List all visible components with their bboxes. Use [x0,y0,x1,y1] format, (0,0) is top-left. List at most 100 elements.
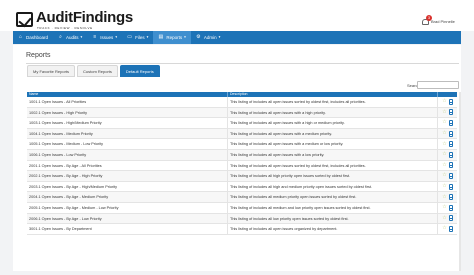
row-actions: ☆ [437,202,457,213]
table-row[interactable]: 2005.1 Open Issues - By Age - Medium - L… [27,202,457,214]
document-icon[interactable] [448,204,453,211]
report-description: This listing of includes all open issues… [227,160,437,171]
document-icon[interactable] [448,172,453,179]
report-name[interactable]: 1005.1 Open Issues - Medium - Low Priori… [27,139,227,149]
table-row[interactable]: 1005.1 Open Issues - Medium - Low Priori… [27,139,457,150]
nav-files[interactable]: ▭ Files ▾ [122,31,153,44]
row-actions: ☆ [437,97,457,107]
star-icon[interactable]: ☆ [442,152,446,157]
report-name[interactable]: 2002.1 Open Issues - By Age - High Prior… [27,171,227,181]
nav-label: Files [135,35,145,40]
report-name[interactable]: 2005.1 Open Issues - By Age - Medium - L… [27,203,227,213]
nav-audits[interactable]: ⌕ Audits ▾ [53,31,87,44]
report-name[interactable]: 1006.1 Open Issues - Low Priority [27,150,227,160]
list-icon: ≡ [93,34,97,40]
report-description: This listing of includes all open issues… [227,118,437,128]
brand-logo[interactable]: AuditFindings [36,10,133,25]
star-icon[interactable]: ☆ [442,184,446,189]
report-name[interactable]: 2003.1 Open Issues - By Age - High/Mediu… [27,182,227,192]
star-icon[interactable]: ☆ [442,194,446,200]
document-icon[interactable] [448,141,453,148]
report-name[interactable]: 1004.1 Open Issues - Medium Priority [27,129,227,139]
reports-panel: Reports My Favorite Reports Custom Repor… [13,45,461,271]
document-icon[interactable] [448,183,453,190]
document-icon[interactable] [448,162,453,169]
app-page: AuditFindings TRACK · REVIEW · RESOLVE 3… [0,0,474,275]
top-header: AuditFindings TRACK · REVIEW · RESOLVE 3… [0,0,474,31]
row-actions: ☆ [437,128,457,139]
document-icon[interactable] [448,130,453,137]
nav-label: Issues [100,35,114,40]
nav-issues[interactable]: ≡ Issues ▾ [87,31,122,44]
star-icon[interactable]: ☆ [442,99,446,104]
row-actions: ☆ [437,107,457,118]
report-name[interactable]: 2006.1 Open Issues - By Age - Low Priori… [27,214,227,224]
star-icon[interactable]: ☆ [442,205,446,210]
table-row[interactable]: 1004.1 Open Issues - Medium Priority This… [27,128,457,140]
report-name[interactable]: 1001.1 Open Issues - All Priorities [27,97,227,107]
table-row[interactable]: 2002.1 Open Issues - By Age - High Prior… [27,171,457,182]
star-icon[interactable]: ☆ [442,173,446,178]
row-actions: ☆ [437,149,457,160]
user-name[interactable]: Brad Pinnelle [431,19,455,24]
chevron-down-icon: ▾ [218,35,221,39]
nav-dashboard[interactable]: ⌂ Dashboard [13,31,53,44]
table-row[interactable]: 2004.1 Open Issues - By Age - Medium Pri… [27,192,457,203]
report-name[interactable]: 2004.1 Open Issues - By Age - Medium Pri… [27,192,227,202]
report-description: This listing of includes all high priori… [227,171,437,181]
star-icon[interactable]: ☆ [442,226,446,231]
report-description: This listing of includes all medium prio… [227,192,437,202]
tab-custom-reports[interactable]: Custom Reports [77,65,118,77]
nav-label: Audits [66,35,79,40]
row-actions: ☆ [437,213,457,224]
report-name[interactable]: 1003.1 Open Issues - High/Medium Priorit… [27,118,227,128]
folder-icon: ▭ [127,34,132,40]
table-body: 1001.1 Open Issues - All Priorities This … [27,97,457,235]
table-row[interactable]: 1002.1 Open Issues - High Priority This l… [27,107,457,119]
chevron-down-icon: ▾ [80,35,83,39]
table-row[interactable]: 2006.1 Open Issues - By Age - Low Priori… [27,213,457,225]
table-row[interactable]: 1001.1 Open Issues - All Priorities This … [27,97,457,108]
document-icon[interactable] [448,194,453,201]
tab-my-favorite-reports[interactable]: My Favorite Reports [27,65,76,77]
gear-icon: ⚙ [196,34,201,40]
report-name[interactable]: 2001.1 Open Issues - By Age - All Priori… [27,161,227,171]
row-actions: ☆ [437,118,457,128]
reports-table: Name Description 1001.1 Open Issues - Al… [27,92,457,235]
table-scrollbar[interactable] [459,92,461,271]
table-row[interactable]: 3001.1 Open Issues - By Department This l… [27,224,457,235]
star-icon[interactable]: ☆ [442,131,446,136]
document-icon[interactable] [448,225,453,232]
tab-default-reports[interactable]: Default Reports [119,65,160,77]
star-icon[interactable]: ☆ [442,120,446,125]
report-description: This listing of includes all high and me… [227,181,437,192]
document-icon[interactable] [448,215,453,222]
nav-reports[interactable]: ▤ Reports ▾ [153,31,191,44]
star-icon[interactable]: ☆ [442,109,446,115]
report-description: This listing of includes all low priorit… [227,213,437,224]
report-description: This listing of includes all open issues… [227,149,437,160]
reports-icon: ▤ [158,34,164,40]
row-actions: ☆ [437,171,457,181]
nav-label: Admin [203,35,217,40]
search-input[interactable] [417,81,459,89]
report-description: This listing of includes all open issues… [227,107,437,118]
table-row[interactable]: 1003.1 Open Issues - High/Medium Priorit… [27,118,457,129]
report-name[interactable]: 3001.1 Open Issues - By Department [27,224,227,234]
star-icon[interactable]: ☆ [442,162,446,168]
document-icon[interactable] [448,98,453,105]
table-row[interactable]: 1006.1 Open Issues - Low Priority This li… [27,149,457,161]
document-icon[interactable] [448,109,453,116]
nav-label: Dashboard [26,35,49,40]
nav-admin[interactable]: ⚙ Admin ▾ [191,31,226,44]
star-icon[interactable]: ☆ [442,141,446,147]
document-icon[interactable] [448,119,453,126]
report-description: This listing of includes all open issues… [227,97,437,107]
document-icon[interactable] [448,151,453,158]
report-description: This listing of includes all open issues… [227,139,437,149]
report-name[interactable]: 1002.1 Open Issues - High Priority [27,108,227,118]
table-row[interactable]: 2003.1 Open Issues - By Age - High/Mediu… [27,181,457,193]
star-icon[interactable]: ☆ [442,215,446,221]
table-row[interactable]: 2001.1 Open Issues - By Age - All Priori… [27,160,457,172]
brand-tagline: TRACK · REVIEW · RESOLVE [37,26,93,30]
